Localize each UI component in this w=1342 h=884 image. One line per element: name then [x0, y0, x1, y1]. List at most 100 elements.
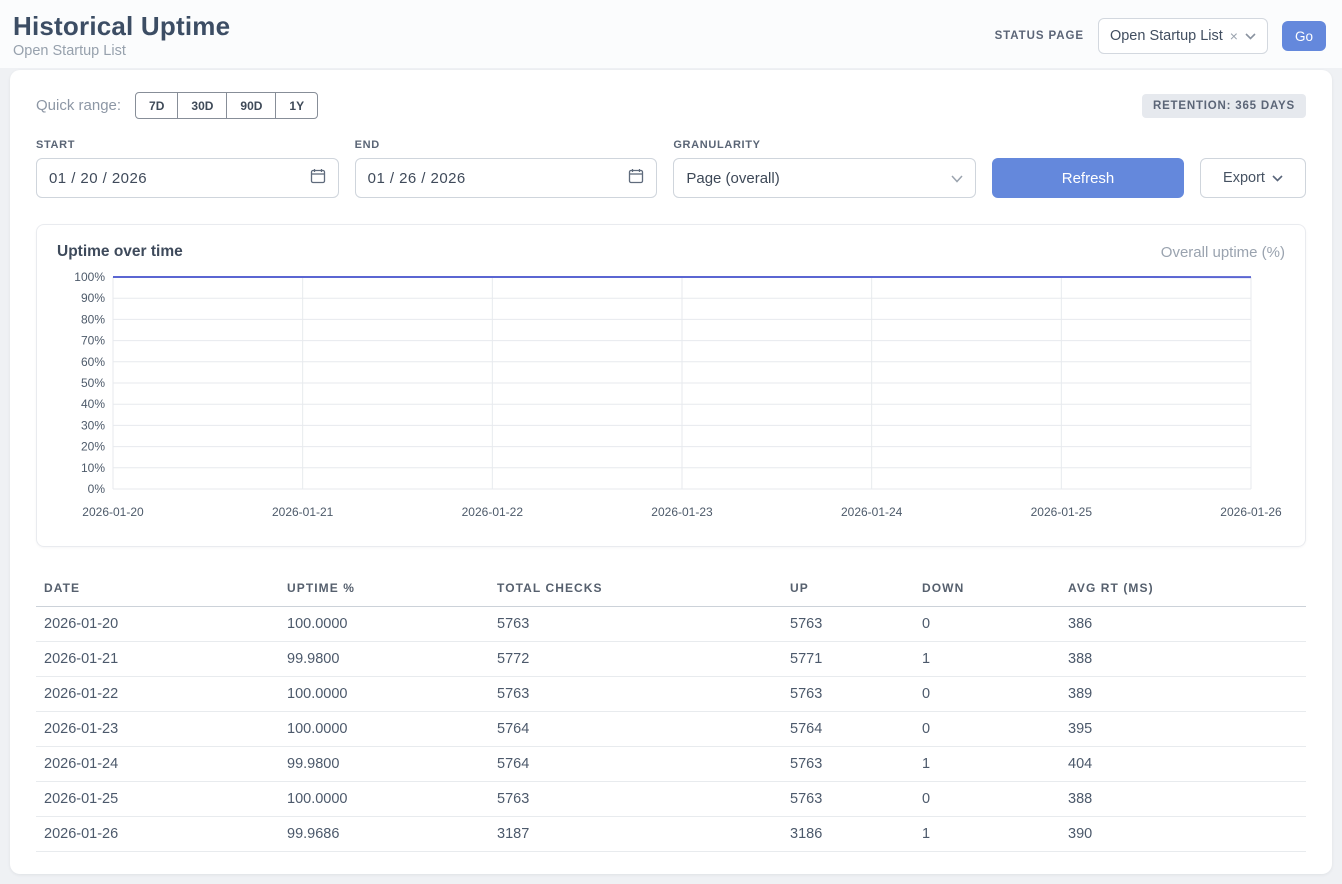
table-cell: 388 — [1060, 782, 1306, 817]
clear-selection-icon[interactable]: × — [1230, 29, 1238, 43]
quick-range-7d[interactable]: 7D — [135, 92, 178, 119]
svg-text:2026-01-22: 2026-01-22 — [462, 505, 524, 519]
table-cell: 100.0000 — [279, 677, 489, 712]
table-cell: 100.0000 — [279, 712, 489, 747]
column-header: DOWN — [914, 571, 1060, 607]
calendar-icon[interactable] — [310, 168, 326, 188]
table-cell: 99.9800 — [279, 642, 489, 677]
table-row: 2026-01-2199.9800577257711388 — [36, 642, 1306, 677]
chart-title: Uptime over time — [57, 243, 183, 261]
refresh-button[interactable]: Refresh — [992, 158, 1184, 198]
end-field-group: END 01 / 26 / 2026 — [355, 139, 658, 198]
svg-text:70%: 70% — [81, 334, 105, 348]
start-date-input[interactable]: 01 / 20 / 2026 — [36, 158, 339, 198]
table-cell: 100.0000 — [279, 607, 489, 642]
table-cell: 5764 — [782, 712, 914, 747]
table-cell: 99.9800 — [279, 747, 489, 782]
table-cell: 2026-01-23 — [36, 712, 279, 747]
column-header: AVG RT (MS) — [1060, 571, 1306, 607]
table-cell: 1 — [914, 817, 1060, 852]
svg-text:50%: 50% — [81, 376, 105, 390]
svg-text:60%: 60% — [81, 355, 105, 369]
table-cell: 2026-01-25 — [36, 782, 279, 817]
svg-text:90%: 90% — [81, 291, 105, 305]
retention-badge: RETENTION: 365 DAYS — [1142, 94, 1306, 118]
table-cell: 3187 — [489, 817, 782, 852]
status-page-label: STATUS PAGE — [995, 30, 1084, 42]
go-button[interactable]: Go — [1282, 21, 1326, 51]
table-cell: 5763 — [782, 607, 914, 642]
table-cell: 0 — [914, 677, 1060, 712]
quick-range-label: Quick range: — [36, 97, 121, 114]
table-cell: 5763 — [782, 782, 914, 817]
quick-range-row: Quick range: 7D30D90D1Y RETENTION: 365 D… — [36, 92, 1306, 119]
end-date-input[interactable]: 01 / 26 / 2026 — [355, 158, 658, 198]
granularity-select[interactable]: Page (overall) — [673, 158, 976, 198]
main-card: Quick range: 7D30D90D1Y RETENTION: 365 D… — [10, 70, 1332, 874]
table-cell: 388 — [1060, 642, 1306, 677]
calendar-icon[interactable] — [628, 168, 644, 188]
svg-text:2026-01-25: 2026-01-25 — [1031, 505, 1093, 519]
chevron-down-icon — [1245, 28, 1256, 44]
table-cell: 386 — [1060, 607, 1306, 642]
granularity-field-group: GRANULARITY Page (overall) — [673, 139, 976, 198]
table-cell: 395 — [1060, 712, 1306, 747]
table-cell: 2026-01-21 — [36, 642, 279, 677]
page-subtitle: Open Startup List — [13, 43, 230, 59]
uptime-chart-card: Uptime over time Overall uptime (%) 0% 10… — [36, 224, 1306, 547]
column-header: UP — [782, 571, 914, 607]
svg-text:0%: 0% — [88, 482, 106, 496]
table-cell: 100.0000 — [279, 782, 489, 817]
svg-text:2026-01-20: 2026-01-20 — [82, 505, 144, 519]
table-cell: 2026-01-26 — [36, 817, 279, 852]
table-cell: 0 — [914, 607, 1060, 642]
table-cell: 5764 — [489, 747, 782, 782]
table-row: 2026-01-2499.9800576457631404 — [36, 747, 1306, 782]
granularity-label: GRANULARITY — [673, 139, 976, 151]
table-row: 2026-01-2699.9686318731861390 — [36, 817, 1306, 852]
export-button[interactable]: Export — [1200, 158, 1306, 198]
chart-legend-label: Overall uptime (%) — [1161, 244, 1285, 261]
table-cell: 0 — [914, 782, 1060, 817]
table-cell: 5763 — [782, 747, 914, 782]
table-cell: 2026-01-20 — [36, 607, 279, 642]
table-cell: 5764 — [489, 712, 782, 747]
table-row: 2026-01-20100.0000576357630386 — [36, 607, 1306, 642]
table-cell: 2026-01-22 — [36, 677, 279, 712]
chevron-down-icon — [1272, 170, 1283, 186]
filters-row: START 01 / 20 / 2026 END 01 / 26 / 2026 … — [36, 139, 1306, 198]
status-page-selected-value: Open Startup List — [1110, 28, 1223, 44]
svg-text:40%: 40% — [81, 397, 105, 411]
chevron-down-icon — [951, 170, 963, 187]
status-page-select[interactable]: Open Startup List × — [1098, 18, 1268, 54]
end-label: END — [355, 139, 658, 151]
table-cell: 404 — [1060, 747, 1306, 782]
table-cell: 5772 — [489, 642, 782, 677]
svg-text:20%: 20% — [81, 440, 105, 454]
table-header-row: DATEUPTIME %TOTAL CHECKSUPDOWNAVG RT (MS… — [36, 571, 1306, 607]
svg-text:100%: 100% — [74, 270, 105, 284]
start-label: START — [36, 139, 339, 151]
uptime-table: DATEUPTIME %TOTAL CHECKSUPDOWNAVG RT (MS… — [36, 571, 1306, 852]
start-field-group: START 01 / 20 / 2026 — [36, 139, 339, 198]
end-date-value: 01 / 26 / 2026 — [368, 170, 466, 187]
table-row: 2026-01-25100.0000576357630388 — [36, 782, 1306, 817]
svg-text:80%: 80% — [81, 312, 105, 326]
quick-range-1y[interactable]: 1Y — [275, 92, 318, 119]
quick-range-90d[interactable]: 90D — [226, 92, 276, 119]
table-cell: 390 — [1060, 817, 1306, 852]
svg-text:2026-01-23: 2026-01-23 — [651, 505, 713, 519]
table-cell: 0 — [914, 712, 1060, 747]
export-button-label: Export — [1223, 170, 1265, 186]
table-cell: 389 — [1060, 677, 1306, 712]
column-header: DATE — [36, 571, 279, 607]
quick-range-30d[interactable]: 30D — [177, 92, 227, 119]
table-row: 2026-01-22100.0000576357630389 — [36, 677, 1306, 712]
column-header: TOTAL CHECKS — [489, 571, 782, 607]
table-cell: 5763 — [489, 607, 782, 642]
title-block: Historical Uptime Open Startup List — [13, 11, 230, 59]
column-header: UPTIME % — [279, 571, 489, 607]
table-cell: 2026-01-24 — [36, 747, 279, 782]
quick-range-group: 7D30D90D1Y — [135, 92, 318, 119]
granularity-selected-value: Page (overall) — [686, 170, 779, 187]
